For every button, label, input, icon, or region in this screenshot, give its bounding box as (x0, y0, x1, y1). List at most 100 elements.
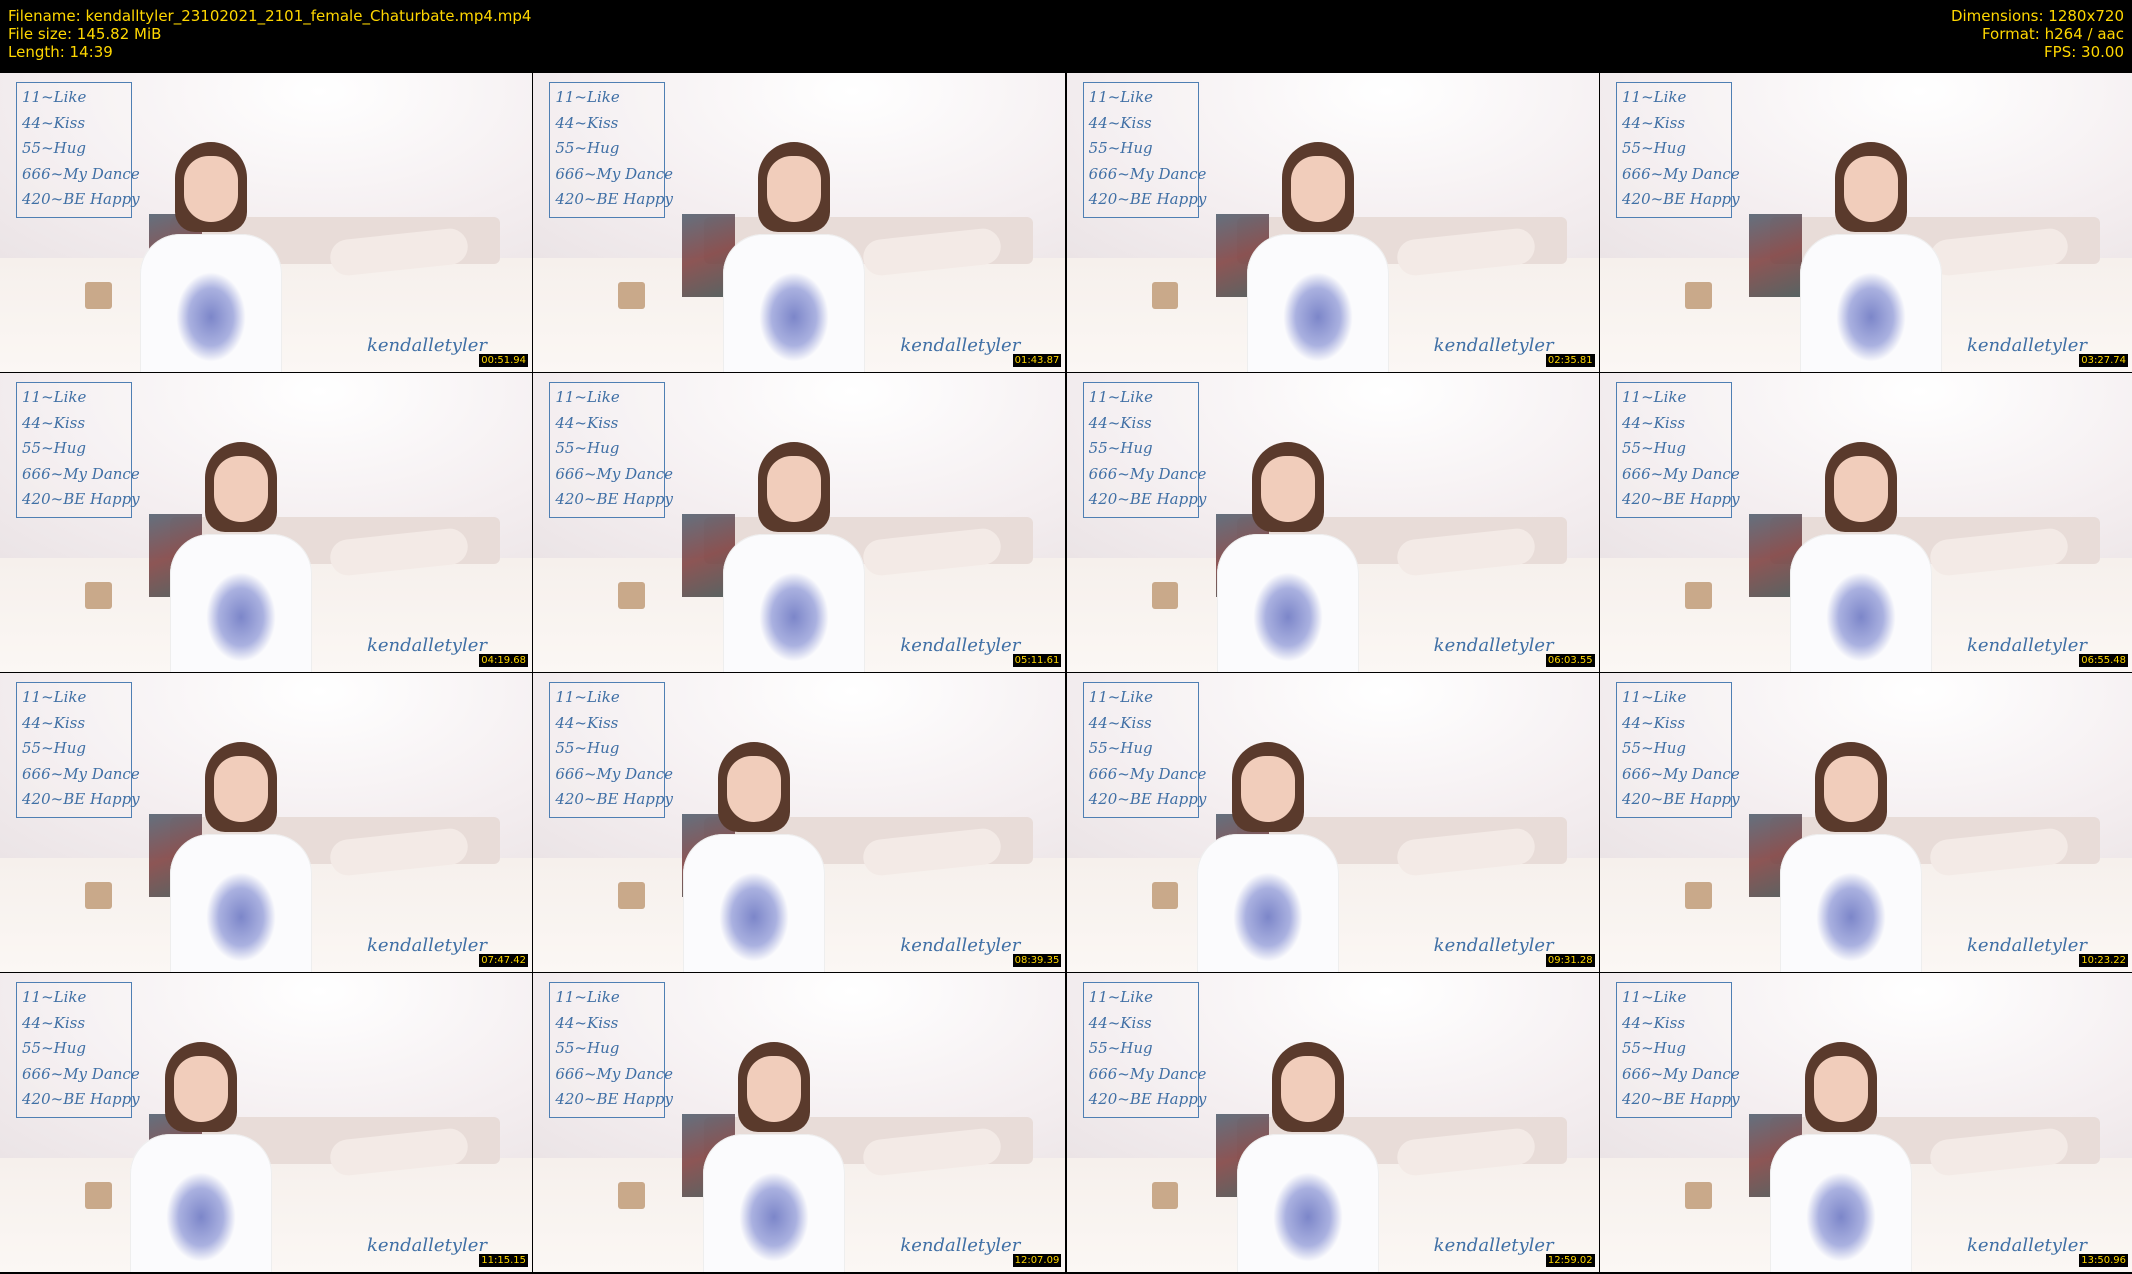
person-face (174, 1056, 228, 1122)
tip-menu-item: 44~Kiss (1088, 713, 1152, 732)
person-figure (703, 442, 883, 672)
tip-menu-item: 11~Like (22, 988, 87, 1006)
tip-menu-item: 420~BE Happy (1621, 1090, 1740, 1108)
tip-menu-item: 44~Kiss (22, 1013, 86, 1032)
person-print (1252, 572, 1323, 662)
bedside-lamp (618, 582, 646, 610)
video-thumbnail[interactable]: 11~Like 44~Kiss 55~Hug 666~My Dance 420~BE H… (0, 373, 532, 672)
channel-watermark: kendalletyler (367, 935, 487, 956)
channel-watermark: kendalletyler (1433, 335, 1554, 356)
channel-watermark: kendalletyler (1966, 635, 2087, 656)
video-thumbnail[interactable]: 11~Like 44~Kiss 55~Hug 666~My Dance 420~BE H… (1599, 73, 2132, 372)
filename-label: Filename: kendalltyler_23102021_2101_fem… (8, 7, 532, 25)
video-thumbnail[interactable]: 11~Like 44~Kiss 55~Hug 666~My Dance 420~BE H… (0, 973, 532, 1272)
person-face (1280, 1056, 1335, 1122)
thumbnail-grid: 11~Like 44~Kiss 55~Hug 666~My Dance 420~BE H… (0, 73, 2132, 1274)
tip-menu-item: 44~Kiss (555, 1013, 619, 1032)
channel-watermark: kendalletyler (900, 935, 1021, 956)
video-thumbnail[interactable]: 11~Like 44~Kiss 55~Hug 666~My Dance 420~BE H… (1066, 973, 1599, 1272)
bedside-lamp (1685, 282, 1712, 310)
timestamp-label: 03:27.74 (2079, 354, 2128, 367)
channel-watermark: kendalletyler (900, 635, 1021, 656)
tip-menu-item: 11~Like (1621, 388, 1687, 406)
tip-menu-overlay: 11~Like 44~Kiss 55~Hug 666~My Dance 420~BE H… (16, 682, 140, 818)
timestamp-label: 11:15.15 (479, 1254, 528, 1267)
video-thumbnail[interactable]: 11~Like 44~Kiss 55~Hug 666~My Dance 420~BE H… (1599, 673, 2132, 972)
person-figure (120, 142, 300, 372)
timestamp-label: 13:50.96 (2079, 1254, 2128, 1267)
person-face (727, 756, 782, 822)
video-thumbnail[interactable]: 11~Like 44~Kiss 55~Hug 666~My Dance 420~BE H… (533, 373, 1066, 672)
tip-menu-item: 11~Like (555, 88, 620, 106)
tip-menu-overlay: 11~Like 44~Kiss 55~Hug 666~My Dance 420~BE H… (1615, 382, 1740, 518)
bedside-lamp (85, 582, 112, 610)
person-face (1260, 456, 1315, 522)
person-print (759, 272, 830, 362)
format-label: Format: h264 / aac (1981, 25, 2124, 43)
bedside-lamp (618, 1182, 646, 1210)
tip-menu-item: 44~Kiss (1088, 1013, 1152, 1032)
tip-menu-item: 44~Kiss (1621, 413, 1686, 432)
bedside-lamp (1151, 582, 1179, 610)
person-figure (1750, 1042, 1930, 1272)
video-thumbnail[interactable]: 11~Like 44~Kiss 55~Hug 666~My Dance 420~BE H… (533, 673, 1066, 972)
tip-menu-item: 666~My Dance (1621, 464, 1740, 483)
person-figure (150, 742, 330, 972)
video-thumbnail[interactable]: 11~Like 44~Kiss 55~Hug 666~My Dance 420~BE H… (1066, 673, 1599, 972)
tip-menu-item: 55~Hug (1621, 1039, 1686, 1057)
tip-menu-item: 44~Kiss (22, 413, 86, 432)
person-print (206, 872, 276, 962)
person-figure (1770, 442, 1950, 672)
tip-menu-item: 666~My Dance (22, 764, 140, 783)
video-thumbnail[interactable]: 11~Like 44~Kiss 55~Hug 666~My Dance 420~BE H… (533, 73, 1066, 372)
file-info: Filename: kendalltyler_23102021_2101_fem… (8, 7, 531, 61)
tip-menu-item: 666~My Dance (1621, 164, 1740, 183)
tip-menu-item: 420~BE Happy (1088, 790, 1207, 808)
person-face (1240, 756, 1295, 822)
tip-menu-item: 44~Kiss (1088, 413, 1152, 432)
person-print (739, 1172, 810, 1262)
tip-menu-item: 420~BE Happy (555, 1090, 673, 1108)
tip-menu-item: 44~Kiss (1621, 713, 1686, 732)
channel-watermark: kendalletyler (1433, 635, 1554, 656)
tip-menu-item: 11~Like (1621, 988, 1687, 1006)
video-thumbnail[interactable]: 11~Like 44~Kiss 55~Hug 666~My Dance 420~BE H… (0, 73, 532, 372)
tip-menu-item: 55~Hug (22, 439, 86, 457)
channel-watermark: kendalletyler (1966, 1235, 2087, 1256)
tip-menu-overlay: 11~Like 44~Kiss 55~Hug 666~My Dance 420~BE H… (1615, 82, 1740, 218)
tip-menu-overlay: 11~Like 44~Kiss 55~Hug 666~My Dance 420~BE H… (549, 382, 674, 518)
tip-menu-item: 666~My Dance (555, 464, 674, 483)
bedside-lamp (1151, 282, 1179, 310)
tip-menu-item: 11~Like (555, 688, 620, 706)
tip-menu-item: 11~Like (22, 388, 87, 406)
video-thumbnail[interactable]: 11~Like 44~Kiss 55~Hug 666~My Dance 420~BE H… (1066, 373, 1599, 672)
tip-menu-item: 666~My Dance (1088, 164, 1207, 183)
tip-menu-overlay: 11~Like 44~Kiss 55~Hug 666~My Dance 420~BE H… (1082, 682, 1207, 818)
tip-menu-item: 666~My Dance (22, 464, 140, 483)
person-figure (1197, 442, 1377, 672)
tip-menu-item: 44~Kiss (555, 413, 619, 432)
tip-menu-overlay: 11~Like 44~Kiss 55~Hug 666~My Dance 420~BE H… (549, 982, 673, 1118)
bedside-lamp (1685, 1182, 1712, 1210)
timestamp-label: 07:47.42 (479, 954, 528, 967)
video-thumbnail[interactable]: 11~Like 44~Kiss 55~Hug 666~My Dance 420~BE H… (1599, 973, 2132, 1272)
tip-menu-item: 11~Like (555, 388, 620, 406)
video-thumbnail[interactable]: 11~Like 44~Kiss 55~Hug 666~My Dance 420~BE H… (533, 973, 1066, 1272)
person-face (184, 156, 238, 222)
tip-menu-item: 55~Hug (555, 439, 620, 457)
video-thumbnail[interactable]: 11~Like 44~Kiss 55~Hug 666~My Dance 420~BE H… (1066, 73, 1599, 372)
video-thumbnail[interactable]: 11~Like 44~Kiss 55~Hug 666~My Dance 420~BE H… (1599, 373, 2132, 672)
tip-menu-item: 55~Hug (1621, 139, 1686, 157)
person-face (1823, 756, 1878, 822)
tip-menu-item: 420~BE Happy (555, 490, 673, 508)
tip-menu-item: 44~Kiss (555, 713, 619, 732)
tip-menu-item: 55~Hug (22, 1039, 86, 1057)
person-face (214, 456, 268, 522)
tip-menu-item: 11~Like (1621, 88, 1687, 106)
tip-menu-overlay: 11~Like 44~Kiss 55~Hug 666~My Dance 420~BE H… (1082, 382, 1206, 518)
tip-menu-item: 55~Hug (22, 139, 86, 157)
tip-menu-item: 11~Like (1621, 688, 1687, 706)
video-thumbnail[interactable]: 11~Like 44~Kiss 55~Hug 666~My Dance 420~BE H… (0, 673, 532, 972)
channel-watermark: kendalletyler (1433, 935, 1554, 956)
tip-menu-item: 55~Hug (555, 139, 620, 157)
